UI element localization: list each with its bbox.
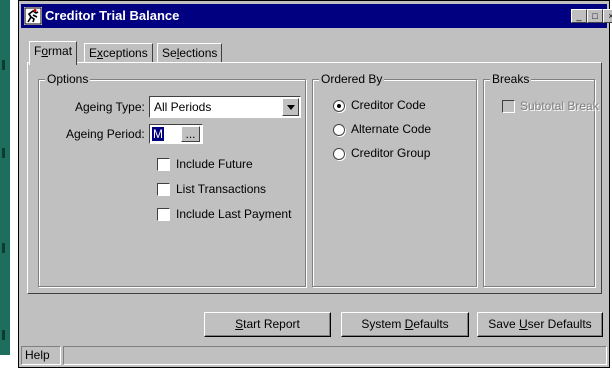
subtotal-break-checkbox[interactable] [502, 100, 515, 113]
ageing-type-select[interactable]: All Periods [149, 96, 301, 118]
creditor-code-label: Creditor Code [351, 98, 426, 112]
button-label: Save [488, 317, 519, 331]
title-bar[interactable]: Creditor Trial Balance _ □ × [21, 4, 612, 28]
status-help-pane: Help [21, 346, 61, 365]
include-last-payment-checkbox[interactable] [157, 208, 170, 221]
status-bar: Help [21, 346, 607, 365]
minimize-icon: _ [576, 11, 582, 21]
maximize-icon: □ [592, 11, 598, 21]
button-label: ser Defaults [527, 317, 592, 331]
button-label: System [361, 317, 405, 331]
status-help-text: Help [25, 348, 50, 362]
options-group-title: Options [45, 72, 91, 86]
ageing-type-value: All Periods [154, 100, 212, 114]
status-message-pane [63, 346, 607, 365]
button-label: tart Report [243, 317, 300, 331]
ageing-period-label: Ageing Period: [66, 127, 145, 141]
subtotal-break-label: Subtotal Break [520, 99, 599, 113]
button-label-accelerator: S [235, 317, 244, 331]
breaks-group-title: Breaks [490, 72, 532, 86]
tab-format[interactable]: Format [29, 41, 78, 65]
alternate-code-radio[interactable] [333, 124, 345, 136]
edge-marker [2, 148, 5, 158]
ageing-period-lookup-button[interactable]: ... [181, 126, 200, 142]
window-title: Creditor Trial Balance [45, 8, 180, 23]
tab-selections[interactable]: Selections [157, 43, 223, 63]
ordered-by-group: Ordered By Creditor Code Alternate Code … [312, 72, 477, 287]
include-last-payment-label: Include Last Payment [176, 207, 292, 221]
edge-marker [2, 243, 5, 253]
ellipsis-icon: ... [185, 127, 196, 141]
start-report-button[interactable]: Start Report [204, 312, 331, 337]
include-future-label: Include Future [176, 157, 253, 171]
format-tab-panel: Options Ageing Type: All Periods Ageing … [27, 62, 602, 294]
tab-label: Se [162, 46, 177, 60]
list-transactions-label: List Transactions [176, 182, 267, 196]
list-transactions-checkbox[interactable] [157, 183, 170, 196]
creditor-group-radio[interactable] [333, 148, 345, 160]
tab-label: ceptions [103, 46, 148, 60]
close-icon: × [608, 11, 612, 21]
ordered-by-group-title: Ordered By [319, 72, 385, 86]
close-button[interactable]: × [603, 9, 612, 23]
tab-label: E [89, 46, 98, 60]
alternate-code-label: Alternate Code [351, 122, 432, 136]
tab-exceptions[interactable]: Exceptions [84, 43, 153, 63]
ageing-period-value: M [152, 127, 164, 141]
ageing-period-field[interactable]: M ... [149, 124, 203, 144]
button-label-accelerator: U [518, 317, 528, 331]
minimize-button[interactable]: _ [571, 9, 587, 23]
edge-marker [2, 330, 5, 340]
app-runner-icon [24, 7, 42, 25]
background-strip [0, 0, 14, 370]
button-label: efaults [413, 317, 449, 331]
tab-label: ections [179, 46, 218, 60]
desktop-window-edge [0, 0, 10, 355]
system-defaults-button[interactable]: System Defaults [341, 312, 469, 337]
tab-label: rmat [48, 44, 73, 58]
ageing-type-label: Ageing Type: [75, 100, 145, 114]
breaks-group: Breaks Subtotal Break [483, 72, 599, 287]
creditor-trial-balance-window: Creditor Trial Balance _ □ × Format Exce… [18, 0, 612, 368]
options-group: Options Ageing Type: All Periods Ageing … [38, 72, 306, 287]
maximize-button[interactable]: □ [587, 9, 603, 23]
creditor-group-label: Creditor Group [351, 146, 431, 160]
edge-marker [2, 60, 5, 70]
save-user-defaults-button[interactable]: Save User Defaults [477, 312, 603, 337]
include-future-checkbox[interactable] [157, 158, 170, 171]
creditor-code-radio[interactable] [333, 100, 345, 112]
chevron-down-icon[interactable] [282, 98, 299, 116]
